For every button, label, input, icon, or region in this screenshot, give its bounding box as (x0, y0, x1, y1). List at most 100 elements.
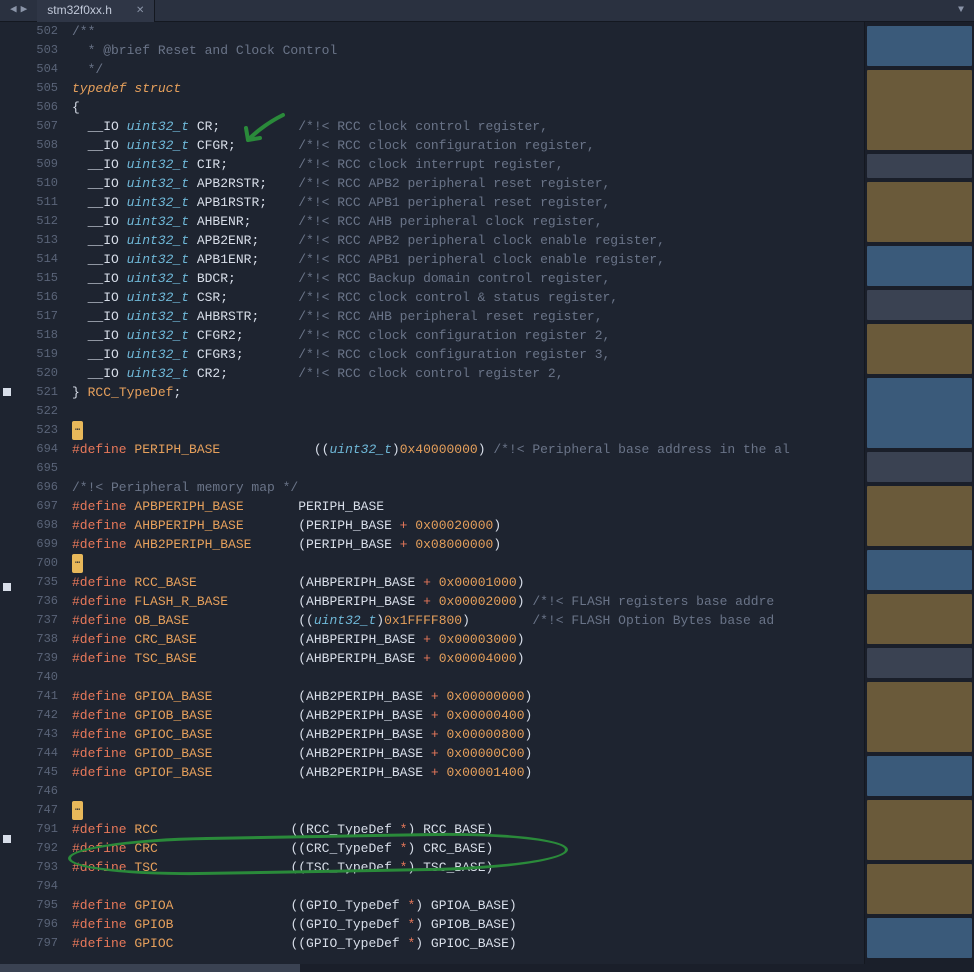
code-line[interactable]: __IO uint32_t AHBRSTR; /*!< RCC AHB peri… (72, 307, 864, 326)
close-icon[interactable]: ✕ (136, 1, 144, 20)
fold-marker-icon[interactable]: ⋯ (72, 801, 83, 820)
minimap[interactable] (864, 22, 974, 964)
bookmark-slot[interactable] (0, 193, 14, 212)
bookmark-slot[interactable] (0, 521, 14, 540)
code-line[interactable]: __IO uint32_t APB2ENR; /*!< RCC APB2 per… (72, 231, 864, 250)
tab-menu-icon[interactable]: ▼ (958, 1, 974, 20)
bookmark-slot[interactable] (0, 269, 14, 288)
code-line[interactable]: /*!< Peripheral memory map */ (72, 478, 864, 497)
bookmark-slot[interactable] (0, 773, 14, 792)
bookmark-slot[interactable] (0, 854, 14, 873)
bookmark-slot[interactable] (0, 678, 14, 697)
bookmark-slot[interactable] (0, 811, 14, 830)
code-line[interactable]: /** (72, 22, 864, 41)
bookmark-slot[interactable] (0, 892, 14, 911)
code-line[interactable]: __IO uint32_t CFGR3; /*!< RCC clock conf… (72, 345, 864, 364)
bookmark-slot[interactable] (0, 407, 14, 426)
bookmark-slot[interactable] (0, 60, 14, 79)
bookmark-slot[interactable] (0, 212, 14, 231)
code-line[interactable]: #define GPIOC_BASE (AHB2PERIPH_BASE + 0x… (72, 725, 864, 744)
code-line[interactable]: #define RCC_BASE (AHBPERIPH_BASE + 0x000… (72, 573, 864, 592)
code-line[interactable]: #define OB_BASE ((uint32_t)0x1FFFF800) /… (72, 611, 864, 630)
bookmark-slot[interactable] (0, 22, 14, 41)
code-line[interactable]: * @brief Reset and Clock Control (72, 41, 864, 60)
bookmark-slot[interactable] (0, 288, 14, 307)
bookmark-slot[interactable] (0, 388, 14, 407)
code-line[interactable]: __IO uint32_t CFGR; /*!< RCC clock confi… (72, 136, 864, 155)
code-line[interactable]: #define GPIOC ((GPIO_TypeDef *) GPIOC_BA… (72, 934, 864, 953)
bookmark-slot[interactable] (0, 445, 14, 464)
bookmark-slot[interactable] (0, 364, 14, 383)
bookmark-slot[interactable] (0, 540, 14, 559)
code-line[interactable]: #define GPIOA ((GPIO_TypeDef *) GPIOA_BA… (72, 896, 864, 915)
fold-marker-icon[interactable]: ⋯ (72, 421, 83, 440)
bookmark-slot[interactable] (0, 735, 14, 754)
code-line[interactable]: #define TSC ((TSC_TypeDef *) TSC_BASE) (72, 858, 864, 877)
code-line[interactable]: __IO uint32_t BDCR; /*!< RCC Backup doma… (72, 269, 864, 288)
code-line[interactable]: #define GPIOA_BASE (AHB2PERIPH_BASE + 0x… (72, 687, 864, 706)
bookmark-slot[interactable] (0, 41, 14, 60)
bookmark-slot[interactable] (0, 174, 14, 193)
code-line[interactable]: #define GPIOB_BASE (AHB2PERIPH_BASE + 0x… (72, 706, 864, 725)
code-line[interactable]: __IO uint32_t CSR; /*!< RCC clock contro… (72, 288, 864, 307)
code-line[interactable]: { (72, 98, 864, 117)
code-line[interactable]: __IO uint32_t APB2RSTR; /*!< RCC APB2 pe… (72, 174, 864, 193)
code-view[interactable]: /** * @brief Reset and Clock Control */t… (64, 22, 864, 964)
bookmark-slot[interactable] (0, 640, 14, 659)
code-line[interactable]: typedef struct (72, 79, 864, 98)
code-line[interactable] (72, 782, 864, 801)
bookmark-slot[interactable] (0, 231, 14, 250)
code-line[interactable] (72, 668, 864, 687)
code-line[interactable]: #define CRC_BASE (AHBPERIPH_BASE + 0x000… (72, 630, 864, 649)
code-line[interactable] (72, 459, 864, 478)
code-line[interactable] (72, 402, 864, 421)
code-line[interactable]: #define APBPERIPH_BASE PERIPH_BASE (72, 497, 864, 516)
bookmark-slot[interactable] (0, 792, 14, 811)
code-line[interactable]: #define AHB2PERIPH_BASE (PERIPH_BASE + 0… (72, 535, 864, 554)
bookmark-slot[interactable] (0, 483, 14, 502)
scrollbar-thumb[interactable] (0, 964, 300, 972)
fold-marker-icon[interactable]: ⋯ (72, 554, 83, 573)
code-line[interactable]: #define AHBPERIPH_BASE (PERIPH_BASE + 0x… (72, 516, 864, 535)
bookmark-slot[interactable] (0, 602, 14, 621)
bookmark-slot[interactable] (0, 659, 14, 678)
code-line[interactable] (72, 877, 864, 896)
code-line[interactable]: __IO uint32_t CFGR2; /*!< RCC clock conf… (72, 326, 864, 345)
nav-forward-icon[interactable]: ▶ (19, 1, 30, 20)
code-line[interactable]: #define GPIOF_BASE (AHB2PERIPH_BASE + 0x… (72, 763, 864, 782)
bookmark-slot[interactable] (0, 464, 14, 483)
bookmark-slot[interactable] (0, 583, 14, 602)
bookmark-slot[interactable] (0, 911, 14, 930)
code-line[interactable]: #define CRC ((CRC_TypeDef *) CRC_BASE) (72, 839, 864, 858)
nav-back-icon[interactable]: ◀ (8, 1, 19, 20)
bookmark-slot[interactable] (0, 697, 14, 716)
bookmark-slot[interactable] (0, 117, 14, 136)
code-line[interactable]: */ (72, 60, 864, 79)
bookmark-slot[interactable] (0, 307, 14, 326)
code-line[interactable]: __IO uint32_t APB1ENR; /*!< RCC APB1 per… (72, 250, 864, 269)
code-line[interactable]: __IO uint32_t APB1RSTR; /*!< RCC APB1 pe… (72, 193, 864, 212)
code-line[interactable]: #define TSC_BASE (AHBPERIPH_BASE + 0x000… (72, 649, 864, 668)
code-line[interactable]: __IO uint32_t CIR; /*!< RCC clock interr… (72, 155, 864, 174)
tab-file[interactable]: stm32f0xx.h ✕ (37, 0, 155, 22)
code-line[interactable]: } RCC_TypeDef; (72, 383, 864, 402)
code-line[interactable]: #define FLASH_R_BASE (AHBPERIPH_BASE + 0… (72, 592, 864, 611)
bookmark-slot[interactable] (0, 502, 14, 521)
bookmark-slot[interactable] (0, 155, 14, 174)
code-line[interactable]: #define GPIOB ((GPIO_TypeDef *) GPIOB_BA… (72, 915, 864, 934)
bookmark-slot[interactable] (0, 930, 14, 949)
bookmark-slot[interactable] (0, 835, 14, 854)
horizontal-scrollbar[interactable] (0, 964, 974, 972)
bookmark-slot[interactable] (0, 326, 14, 345)
bookmark-slot[interactable] (0, 79, 14, 98)
code-line[interactable]: ⋯ (72, 421, 864, 440)
code-line[interactable]: #define PERIPH_BASE ((uint32_t)0x4000000… (72, 440, 864, 459)
code-line[interactable]: ⋯ (72, 801, 864, 820)
bookmark-slot[interactable] (0, 136, 14, 155)
bookmark-slot[interactable] (0, 426, 14, 445)
code-line[interactable]: #define GPIOD_BASE (AHB2PERIPH_BASE + 0x… (72, 744, 864, 763)
bookmark-slot[interactable] (0, 559, 14, 578)
bookmark-slot[interactable] (0, 754, 14, 773)
code-line[interactable]: __IO uint32_t AHBENR; /*!< RCC AHB perip… (72, 212, 864, 231)
code-line[interactable]: #define RCC ((RCC_TypeDef *) RCC_BASE) (72, 820, 864, 839)
